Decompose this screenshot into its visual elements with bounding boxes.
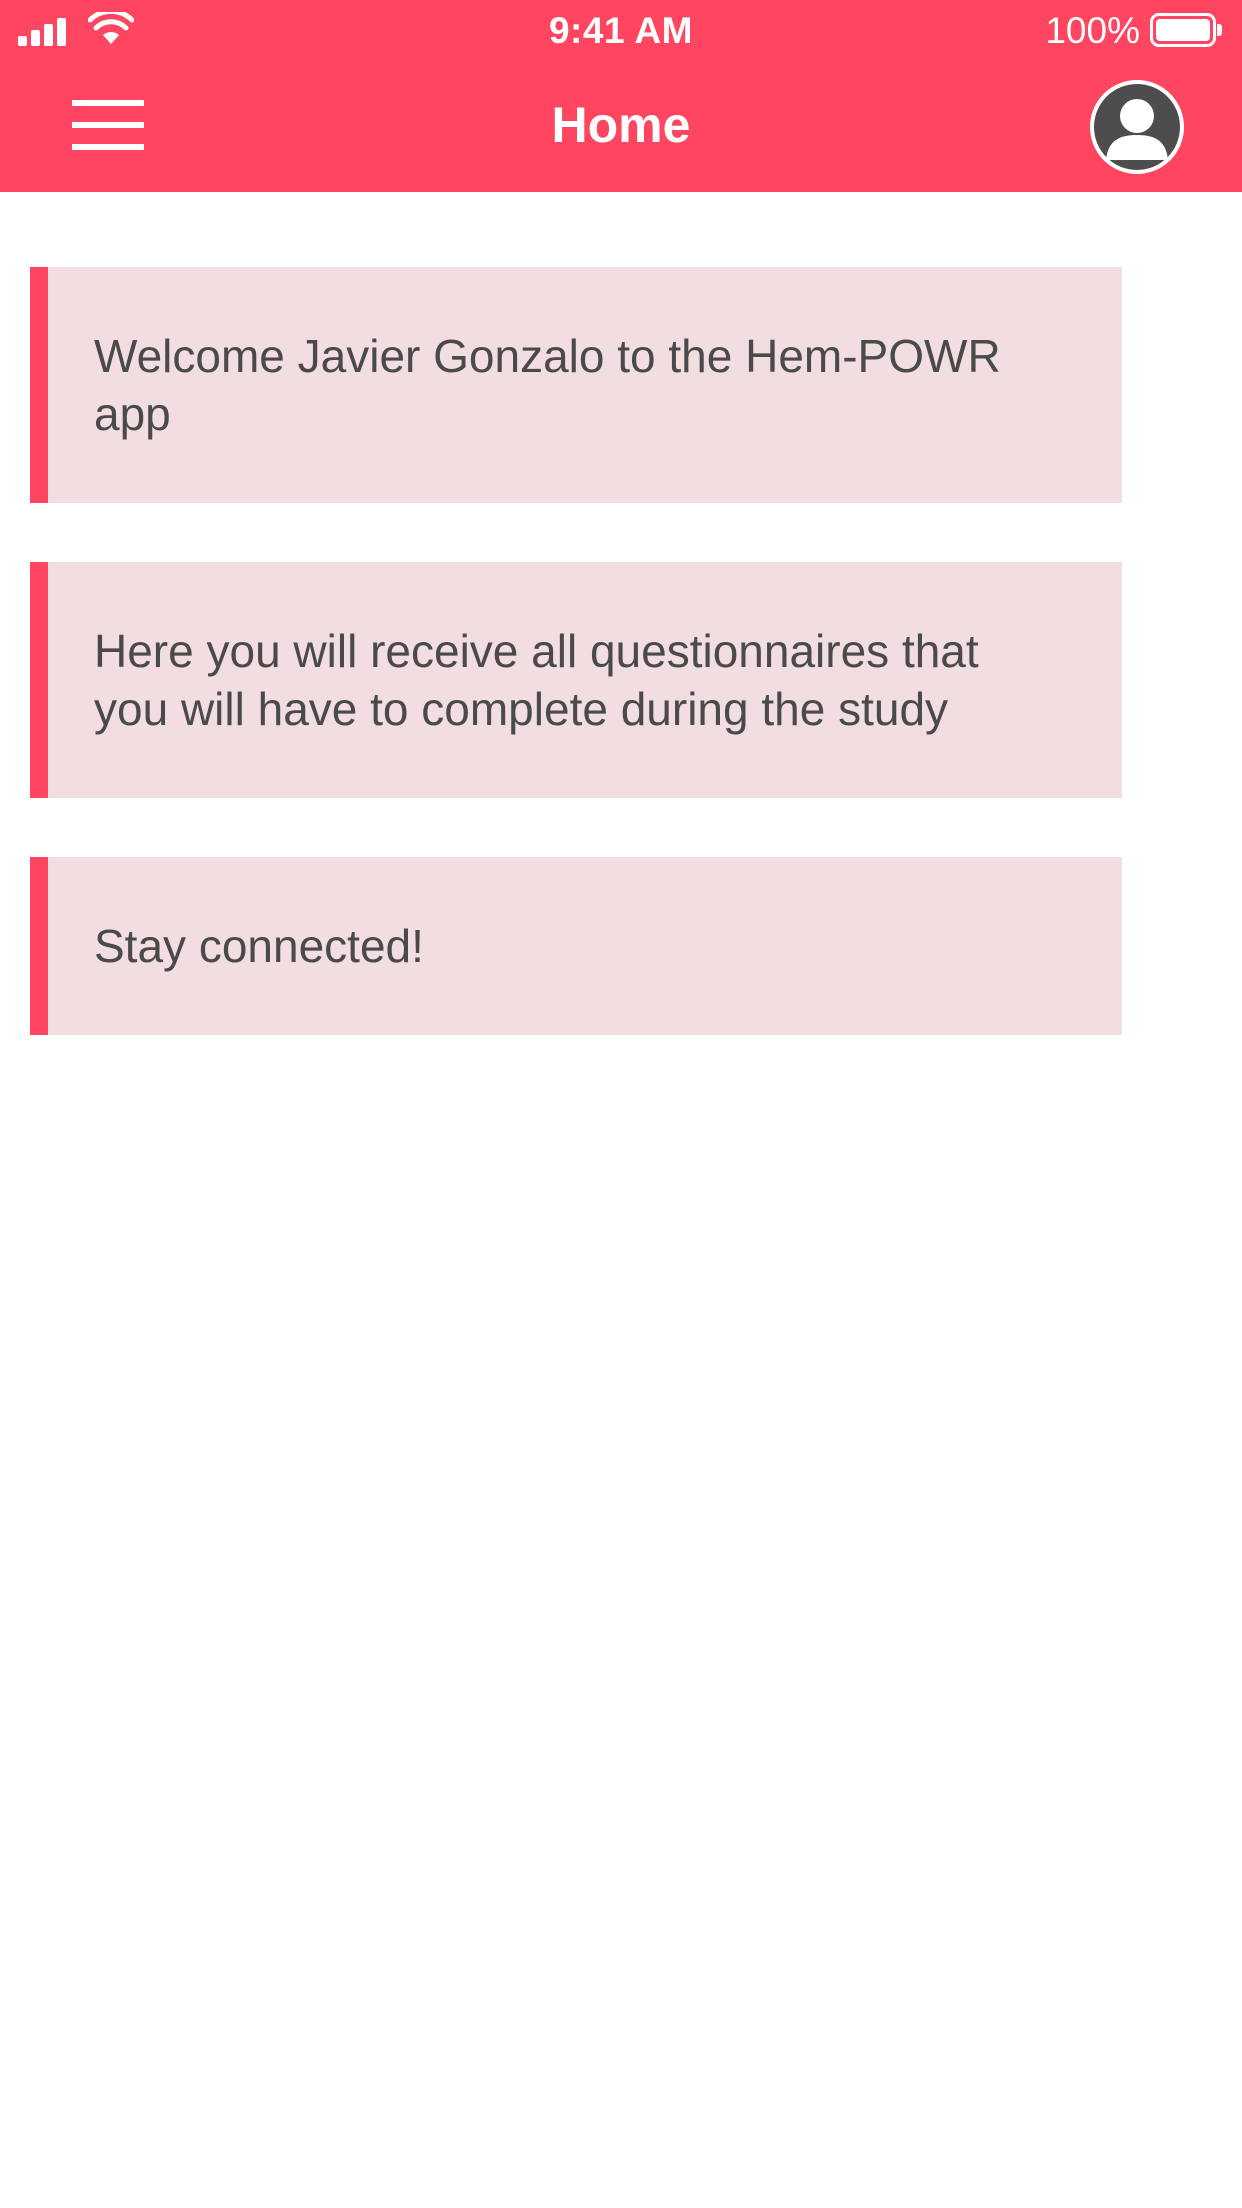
stay-connected-card: Stay connected! — [30, 857, 1122, 1035]
welcome-card: Welcome Javier Gonzalo to the Hem-POWR a… — [30, 267, 1122, 503]
battery-icon — [1150, 13, 1222, 47]
user-avatar-icon[interactable] — [1090, 80, 1184, 174]
questionnaires-info-message: Here you will receive all questionnaires… — [94, 625, 979, 735]
questionnaires-info-card: Here you will receive all questionnaires… — [30, 562, 1122, 798]
stay-connected-message: Stay connected! — [94, 920, 424, 972]
top-bar: 9:41 AM 100% Home — [0, 0, 1242, 192]
status-bar: 9:41 AM 100% — [0, 0, 1242, 62]
page-title: Home — [551, 97, 691, 153]
battery-percentage: 100% — [1045, 10, 1140, 51]
home-screen: 9:41 AM 100% Home Welcome Javier Gonzalo… — [0, 0, 1242, 2208]
welcome-message: Welcome Javier Gonzalo to the Hem-POWR a… — [94, 330, 1001, 440]
